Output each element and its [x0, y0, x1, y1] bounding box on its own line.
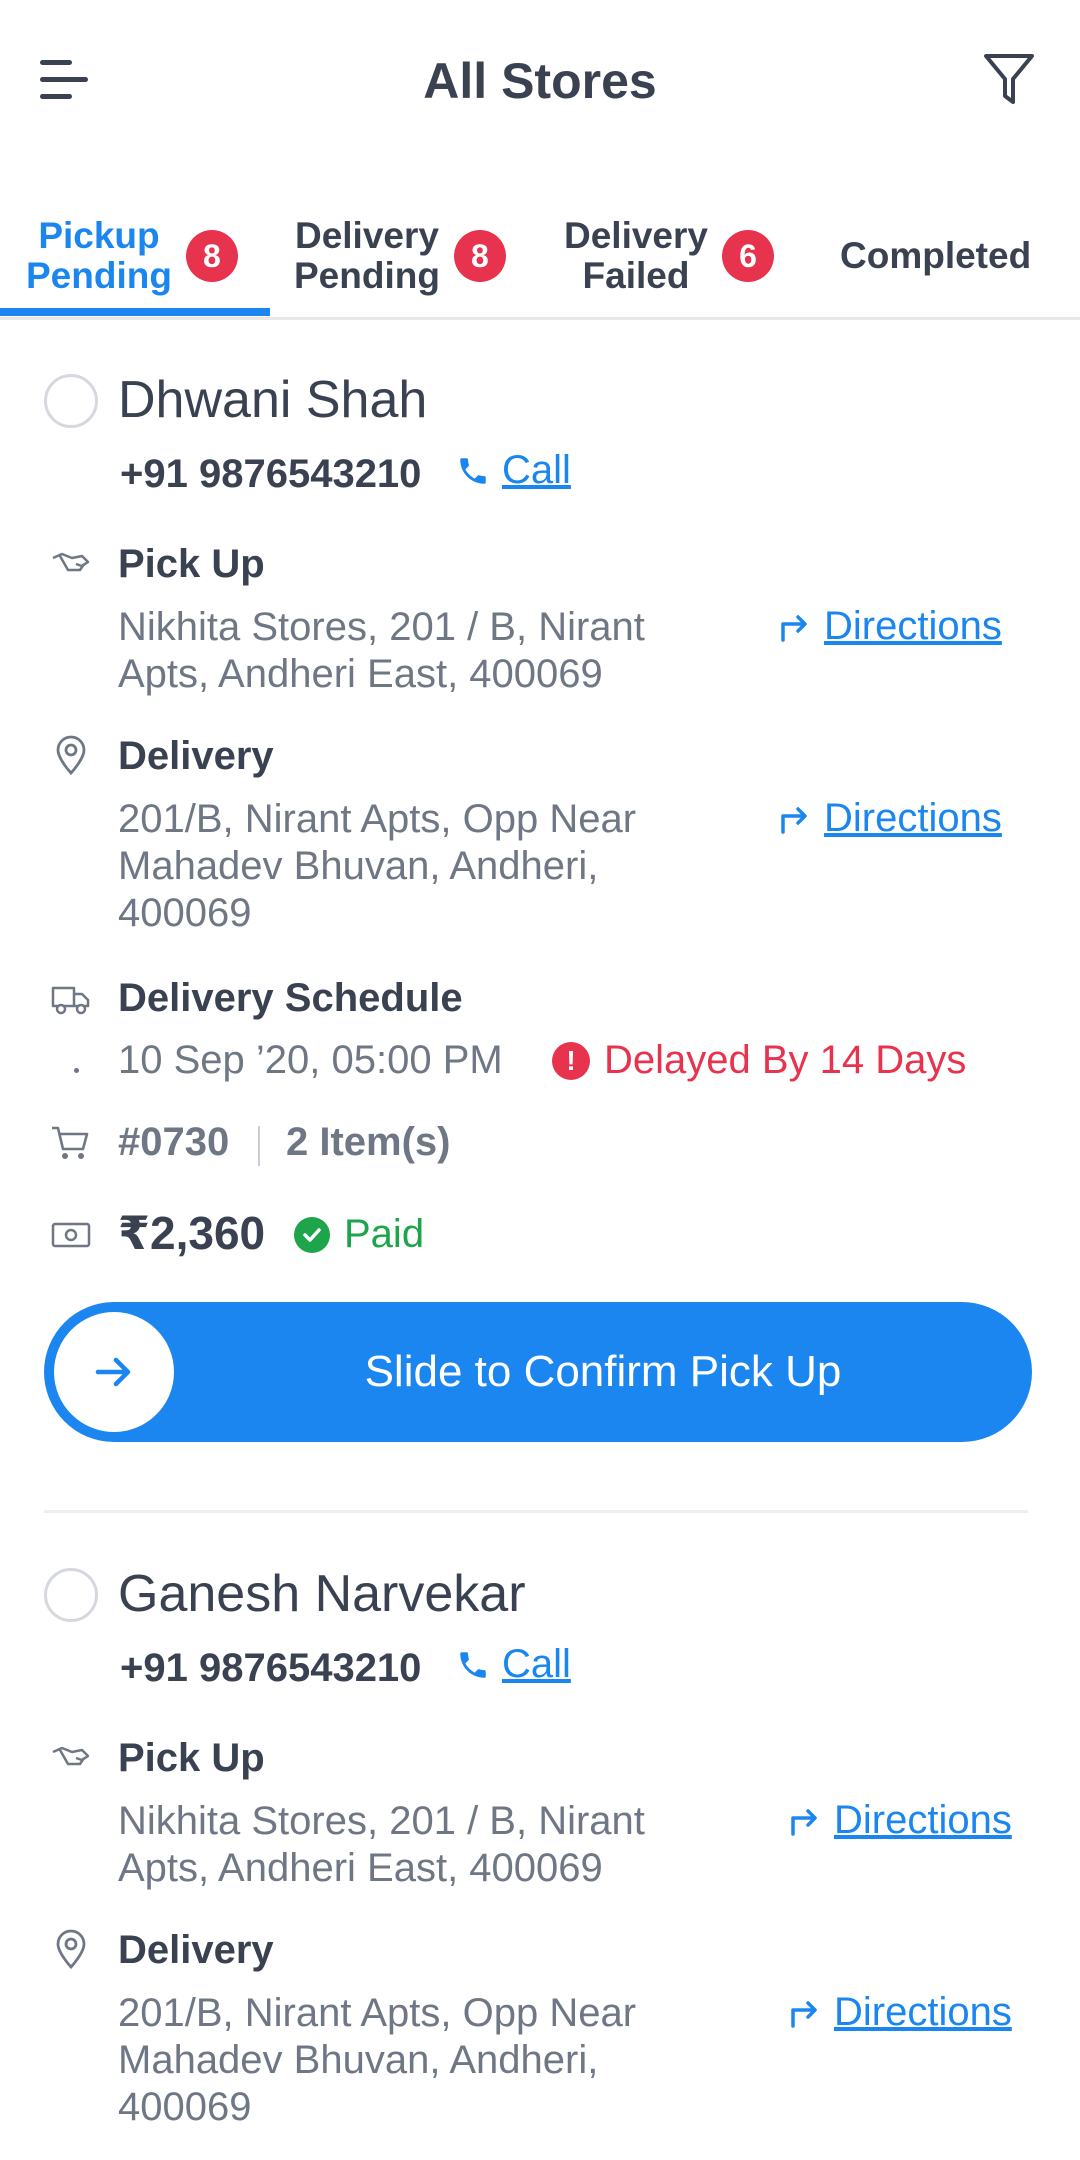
phone-icon — [460, 457, 486, 484]
delivery-label: Delivery — [118, 734, 274, 778]
directions-label: Directions — [824, 796, 1002, 840]
exclamation-icon: ! — [552, 1041, 590, 1080]
customer-phone: +91 9876543210 — [120, 452, 422, 496]
directions-label: Directions — [824, 604, 1002, 648]
delivery-label: Delivery — [118, 1928, 274, 1972]
call-button[interactable]: Call — [456, 448, 571, 493]
separator — [258, 1126, 260, 1166]
customer-name: Ganesh Narvekar — [118, 1565, 526, 1623]
tab-label: Delivery Pending — [294, 215, 440, 296]
tab-label: Delivery Failed — [564, 215, 708, 296]
item-count: 2 Item(s) — [286, 1120, 451, 1164]
active-tab-indicator — [0, 308, 270, 316]
call-label: Call — [502, 448, 571, 492]
delivery-address: 201/B, Nirant Apts, Opp Near Mahadev Bhu… — [118, 1991, 637, 2129]
check-circle-icon — [294, 1216, 330, 1253]
turn-right-arrow-icon — [791, 2000, 817, 2028]
pickup-address: Nikhita Stores, 201 / B, Nirant Apts, An… — [118, 605, 645, 696]
slider-knob[interactable] — [54, 1312, 174, 1432]
delivery-address: 201/B, Nirant Apts, Opp Near Mahadev Bhu… — [118, 797, 637, 935]
pickup-label: Pick Up — [118, 542, 265, 586]
arrow-right-icon — [95, 1357, 131, 1387]
delivery-directions-link[interactable]: Directions — [778, 796, 1002, 841]
select-radio[interactable] — [44, 374, 98, 428]
turn-right-arrow-icon — [781, 614, 807, 642]
turn-right-arrow-icon — [781, 806, 807, 834]
select-radio[interactable] — [44, 1568, 98, 1622]
schedule-time: 10 Sep ’20, 05:00 PM — [118, 1038, 503, 1082]
card-divider — [44, 1510, 1028, 1513]
slide-to-confirm-pickup[interactable]: Slide to Confirm Pick Up — [44, 1302, 1032, 1442]
count-badge: 6 — [722, 230, 774, 282]
cart-icon — [52, 1126, 89, 1159]
directions-label: Directions — [834, 1798, 1012, 1842]
tab-label: Completed — [840, 235, 1032, 276]
count-badge: 8 — [453, 230, 506, 282]
pickup-directions-link[interactable]: Directions — [788, 1798, 1012, 1843]
phone-icon — [460, 1651, 486, 1678]
truck-icon — [51, 986, 90, 1015]
tab-pickup-pending[interactable]: Pickup Pending 8 — [26, 196, 238, 316]
pickup-address: Nikhita Stores, 201 / B, Nirant Apts, An… — [118, 1799, 645, 1890]
status-tabs: Pickup Pending 8 Delivery Pending 8 Deli… — [0, 180, 1080, 320]
bullet-dot — [74, 1068, 79, 1073]
turn-right-arrow-icon — [791, 1808, 817, 1836]
call-button[interactable]: Call — [456, 1642, 571, 1687]
hand-box-icon — [52, 552, 90, 572]
delay-warning: ! Delayed By 14 Days — [552, 1038, 966, 1083]
cash-icon — [51, 1222, 91, 1248]
delay-text: Delayed By 14 Days — [604, 1038, 967, 1082]
app-header: All Stores — [0, 0, 1080, 160]
location-pin-icon — [56, 735, 86, 776]
filter-icon[interactable] — [982, 52, 1036, 108]
delivery-directions-link[interactable]: Directions — [788, 1990, 1012, 2035]
payment-status: Paid — [294, 1212, 424, 1257]
slider-label: Slide to Confirm Pick Up — [364, 1347, 842, 1396]
count-badge: 8 — [185, 230, 238, 282]
call-label: Call — [502, 1642, 571, 1686]
location-pin-icon — [56, 1929, 86, 1970]
pickup-label: Pick Up — [118, 1736, 265, 1780]
tab-completed[interactable]: Completed — [840, 196, 1031, 316]
order-card: Ganesh Narvekar +91 9876543210 Call Pick… — [0, 1524, 1080, 2160]
order-card: Dhwani Shah +91 9876543210 Call Pick Up … — [0, 330, 1080, 1513]
tab-label: Pickup Pending — [26, 215, 172, 296]
hand-box-icon — [52, 1746, 90, 1766]
customer-name: Dhwani Shah — [118, 371, 428, 429]
order-number: #0730 — [118, 1120, 230, 1164]
customer-phone: +91 9876543210 — [120, 1646, 422, 1690]
pickup-directions-link[interactable]: Directions — [778, 604, 1002, 649]
paid-label: Paid — [344, 1212, 425, 1256]
page-title: All Stores — [423, 53, 657, 109]
schedule-label: Delivery Schedule — [118, 976, 463, 1020]
tab-delivery-failed[interactable]: Delivery Failed 6 — [564, 196, 774, 316]
directions-label: Directions — [834, 1990, 1012, 2034]
order-amount: ₹2,360 — [118, 1207, 266, 1259]
tab-delivery-pending[interactable]: Delivery Pending 8 — [294, 196, 506, 316]
